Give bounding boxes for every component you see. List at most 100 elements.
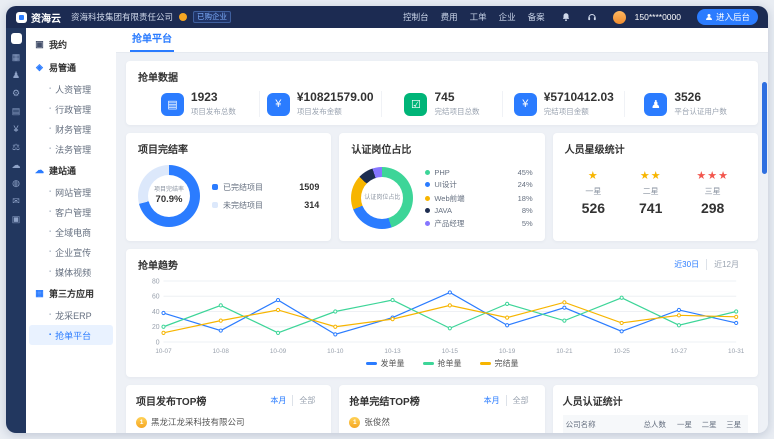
top-publish-filters: 本月 全部	[264, 395, 321, 406]
position-legend-item[interactable]: PHP45%	[425, 168, 532, 177]
filter-month-link[interactable]: 本月	[264, 395, 292, 406]
menu-enterprise[interactable]: 企业	[499, 11, 516, 23]
svg-text:10-07: 10-07	[155, 348, 172, 355]
finance-icon[interactable]: ¥	[13, 125, 18, 134]
sidebar-item-ecommerce[interactable]: ▪全域电商	[29, 222, 113, 242]
svg-text:10-31: 10-31	[728, 348, 745, 355]
sidebar-item-mine[interactable]: ▣ 我约	[26, 33, 116, 56]
legend-percent: 8%	[522, 206, 533, 215]
completion-rate-card: 项目完结率 项目完结率 70.9%	[126, 133, 331, 241]
bullet-icon: ▪	[49, 249, 51, 255]
cert-stats-card: 人员认证统计 公司名称 总人数 一星 二星 三星	[553, 385, 758, 433]
sidebar-item-label: 企业宣传	[55, 246, 91, 259]
positions-legend: PHP45% UI设计24% Web前端18% JAVA 8% 产品经理5%	[425, 165, 532, 231]
menu-console[interactable]: 控制台	[403, 11, 429, 23]
legend-item[interactable]: 抢单量	[423, 358, 462, 369]
completion-donut-chart: 项目完结率 70.9%	[138, 165, 200, 227]
top-finish-filters: 本月 全部	[478, 395, 535, 406]
stat-value: 1923	[191, 91, 236, 104]
positions-donut-chart: 认证岗位占比	[351, 167, 413, 229]
avatar[interactable]	[613, 11, 626, 24]
legend-label: 完结量	[495, 358, 519, 369]
trend-line-chart: 02040608010-0710-0810-0910-1010-1310-151…	[138, 276, 746, 356]
sidebar-item-media[interactable]: ▪媒体视频	[29, 262, 113, 282]
gear-icon[interactable]: ⚙	[12, 89, 20, 98]
positions-title: 认证岗位占比	[351, 141, 532, 156]
legend-marker	[480, 362, 491, 365]
cert-table: 公司名称 总人数 一星 二星 三星 黑龙江龙采科技有限公	[563, 415, 748, 433]
filter-all-link[interactable]: 全部	[506, 395, 535, 406]
top-list-item[interactable]: 1 张俊然 899 ¥1006230.09	[349, 416, 534, 433]
position-legend-item[interactable]: JAVA 8%	[425, 206, 532, 215]
legend-item-undone[interactable]: 未完结项目 314	[212, 200, 319, 211]
grid-icon[interactable]: ▦	[12, 53, 21, 62]
sidebar-item-website[interactable]: ▪网站管理	[29, 182, 113, 202]
position-legend-item[interactable]: UI设计24%	[425, 179, 532, 190]
stars-row: ★ 一星 526 ★★ 二星 741 ★★★	[565, 171, 746, 216]
stat-value: ¥5710412.03	[544, 91, 614, 104]
position-legend-item[interactable]: Web前端18%	[425, 193, 532, 204]
scrollbar[interactable]	[762, 54, 767, 433]
person-icon	[705, 13, 713, 21]
headset-icon[interactable]	[587, 12, 597, 22]
sidebar-group-thirdparty[interactable]: ▦ 第三方应用	[26, 282, 116, 305]
top-list-item[interactable]: 1 黑龙江龙采科技有限公司 899 ¥1006230.09	[136, 416, 321, 433]
mail-icon[interactable]: ✉	[12, 197, 20, 206]
range-30d-link[interactable]: 近30日	[667, 259, 706, 270]
stat-certified-users: ♟ 3526平台认证用户数	[624, 91, 746, 117]
legend-item[interactable]: 发单量	[366, 358, 405, 369]
legend-item[interactable]: 完结量	[480, 358, 519, 369]
completion-title: 项目完结率	[138, 141, 319, 156]
position-legend-item[interactable]: 产品经理5%	[425, 218, 532, 229]
sidebar-item-finance[interactable]: ▪财务管理	[29, 119, 113, 139]
account-phone[interactable]: 150****0000	[635, 12, 681, 22]
globe-icon[interactable]: ◍	[12, 179, 20, 188]
sidebar-group-label: 易管通	[49, 61, 76, 74]
sidebar-item-legal[interactable]: ▪法务管理	[29, 139, 113, 159]
sidebar-item-customers[interactable]: ▪客户管理	[29, 202, 113, 222]
bell-icon[interactable]	[561, 12, 571, 22]
scale-icon[interactable]: ⚖	[12, 143, 20, 152]
trend-range-links: 近30日 近12月	[667, 259, 746, 270]
menu-billing[interactable]: 费用	[441, 11, 458, 23]
top-publish-title: 项目发布TOP榜	[136, 393, 206, 408]
star-group-one: ★ 一星 526	[582, 171, 605, 216]
legend-label: JAVA	[434, 206, 452, 215]
star-group-three: ★★★ 三星 298	[696, 171, 729, 216]
sidebar-group-jianzhantong[interactable]: ☁ 建站通	[26, 159, 116, 182]
legend-item-done[interactable]: 已完结项目 1509	[212, 182, 319, 193]
legend-dot	[425, 170, 430, 175]
doc-icon[interactable]: ▤	[12, 107, 21, 116]
sidebar-item-promotion[interactable]: ▪ 企业宣传	[29, 242, 113, 262]
sidebar-item-erp[interactable]: ▪龙采ERP	[29, 305, 113, 325]
sidebar-group-yiguantong[interactable]: ◈ 易管通	[26, 56, 116, 79]
verified-icon	[179, 13, 187, 21]
sidebar-item-label: 媒体视频	[55, 266, 91, 279]
star-value: 298	[696, 200, 729, 216]
scrollbar-thumb[interactable]	[762, 82, 767, 174]
svg-text:10-09: 10-09	[270, 348, 287, 355]
legend-dot	[425, 196, 430, 201]
legend-percent: 45%	[518, 168, 533, 177]
company-badge: 已购企业	[193, 11, 231, 23]
sidebar-item-hr[interactable]: ▪人资管理	[29, 79, 113, 99]
enter-backend-button[interactable]: 进入后台	[697, 9, 758, 25]
svg-text:10-25: 10-25	[614, 348, 631, 355]
top-item-name: 张俊然	[364, 416, 390, 428]
logo[interactable]: 资海云	[16, 10, 61, 25]
apps-icon[interactable]: ▣	[12, 215, 21, 224]
filter-all-link[interactable]: 全部	[292, 395, 321, 406]
menu-tickets[interactable]: 工单	[470, 11, 487, 23]
tab-qiangdan-platform[interactable]: 抢单平台	[130, 26, 174, 52]
rail-logo-icon[interactable]	[11, 33, 22, 44]
legend-dot	[212, 202, 218, 208]
stat-value: ¥10821579.00	[297, 91, 374, 104]
sidebar-item-qiangdan[interactable]: ▪抢单平台	[29, 325, 113, 345]
rank-medal-icon: 1	[349, 417, 360, 428]
menu-filing[interactable]: 备案	[528, 11, 545, 23]
sidebar-item-admin[interactable]: ▪行政管理	[29, 99, 113, 119]
cloud-icon[interactable]: ☁	[12, 161, 21, 170]
user-icon[interactable]: ♟	[12, 71, 20, 80]
filter-month-link[interactable]: 本月	[478, 395, 506, 406]
range-12m-link[interactable]: 近12月	[706, 259, 746, 270]
